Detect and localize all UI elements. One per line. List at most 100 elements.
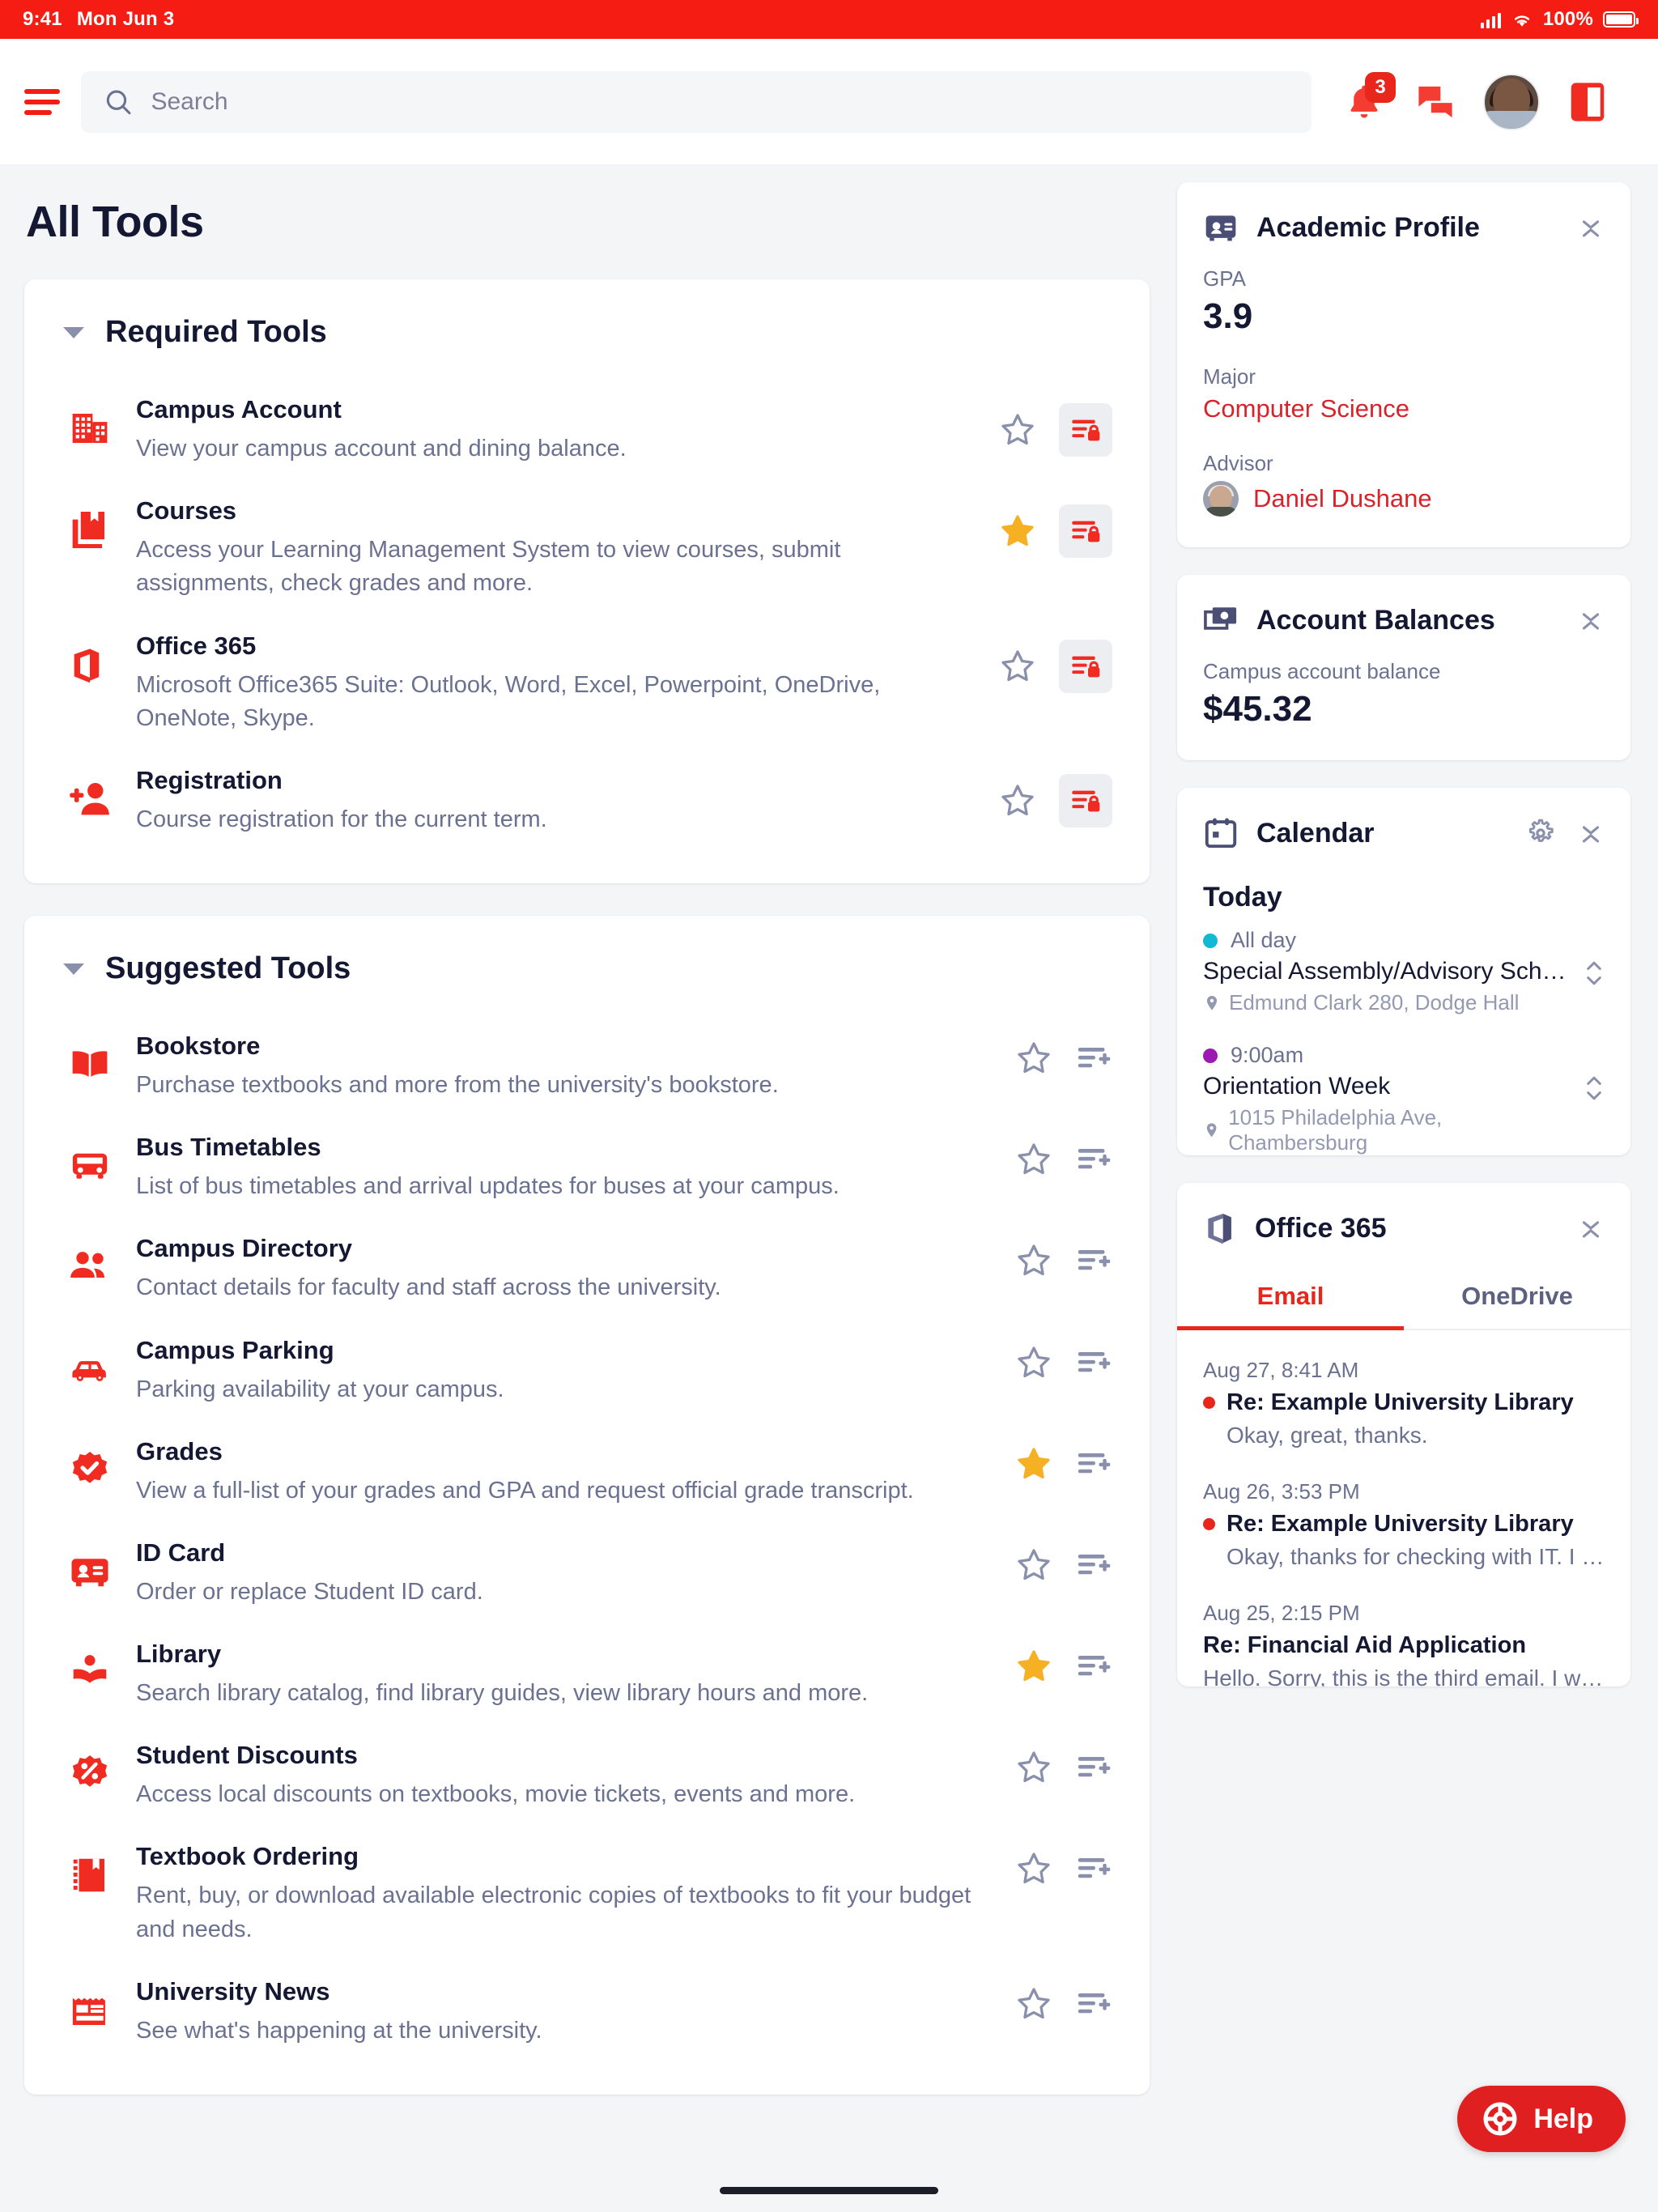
tool-icon-wrap	[65, 1840, 115, 1897]
email-preview: Okay, thanks for checking with IT. I di…	[1226, 1544, 1605, 1569]
help-button[interactable]: Help	[1457, 2086, 1626, 2152]
unread-dot	[1203, 1518, 1215, 1530]
menu-button[interactable]	[24, 86, 63, 118]
gpa-label: GPA	[1203, 266, 1246, 291]
calendar-header: Calendar	[1177, 788, 1630, 872]
tool-description: Access local discounts on textbooks, mov…	[136, 1781, 856, 1808]
car-icon	[72, 1360, 106, 1381]
calendar-event[interactable]: 9:00am Orientation Week 1015 Philadelphi…	[1203, 1043, 1605, 1155]
star-outline-icon[interactable]	[1015, 1850, 1052, 1887]
restricted-tool-button[interactable]	[1059, 639, 1112, 693]
add-to-list-icon[interactable]	[1075, 1648, 1112, 1685]
collapse-icon[interactable]	[1577, 1214, 1605, 1242]
restricted-tool-button[interactable]	[1059, 403, 1112, 457]
advisor-row[interactable]: Daniel Dushane	[1203, 481, 1605, 517]
collapse-caret-icon[interactable]	[63, 963, 84, 975]
star-outline-icon[interactable]	[1015, 1344, 1052, 1381]
email-preview: Okay, great, thanks.	[1226, 1423, 1428, 1448]
tool-actions	[1015, 1030, 1112, 1077]
tool-row[interactable]: Courses Access your Learning Management …	[57, 480, 1117, 615]
add-to-list-icon[interactable]	[1075, 1344, 1112, 1381]
email-item[interactable]: Aug 26, 3:53 PM Re: Example University L…	[1203, 1461, 1605, 1583]
notifications-button[interactable]: 3	[1341, 71, 1396, 125]
add-person-icon	[70, 782, 109, 815]
tab-onedrive[interactable]: OneDrive	[1404, 1267, 1630, 1329]
star-filled-icon[interactable]	[1015, 1445, 1052, 1482]
tool-row[interactable]: Campus Parking Parking availability at y…	[57, 1320, 1117, 1421]
email-item[interactable]: Aug 27, 8:41 AM Re: Example University L…	[1203, 1340, 1605, 1461]
academic-profile-widget: Academic Profile GPA 3.9 Major Computer …	[1177, 182, 1630, 547]
star-filled-icon[interactable]	[999, 513, 1036, 550]
office365-actions	[1577, 1214, 1605, 1242]
add-to-list-icon[interactable]	[1075, 1242, 1112, 1279]
tool-row[interactable]: ID Card Order or replace Student ID card…	[57, 1522, 1117, 1623]
add-to-list-icon[interactable]	[1075, 1546, 1112, 1584]
event-expand-icon[interactable]	[1584, 955, 1605, 991]
office-logo-icon	[1208, 1214, 1231, 1244]
tool-description: Purchase textbooks and more from the uni…	[136, 1072, 779, 1099]
restricted-tool-button[interactable]	[1059, 504, 1112, 559]
messages-button[interactable]	[1412, 79, 1459, 125]
advisor-name[interactable]: Daniel Dushane	[1253, 484, 1432, 513]
star-outline-icon[interactable]	[999, 782, 1036, 819]
tool-row[interactable]: Grades View a full-list of your grades a…	[57, 1421, 1117, 1522]
add-to-list-icon[interactable]	[1075, 1141, 1112, 1178]
people-icon	[70, 1252, 104, 1278]
star-outline-icon[interactable]	[999, 411, 1036, 449]
major-value[interactable]: Computer Science	[1203, 394, 1605, 423]
add-to-list-icon[interactable]	[1075, 1850, 1112, 1887]
tab-email[interactable]: Email	[1177, 1267, 1404, 1330]
tool-row[interactable]: Campus Directory Contact details for fac…	[57, 1218, 1117, 1319]
tool-row[interactable]: Campus Account View your campus account …	[57, 379, 1117, 480]
collapse-icon[interactable]	[1577, 214, 1605, 241]
widgets-column: Academic Profile GPA 3.9 Major Computer …	[1177, 182, 1630, 1714]
app-header: 3	[0, 39, 1658, 164]
tool-row[interactable]: Bus Timetables List of bus timetables an…	[57, 1117, 1117, 1218]
app-screen: 9:41 Mon Jun 3 100% Search 3 All Tools R…	[0, 0, 1658, 2212]
collapse-caret-icon[interactable]	[63, 326, 84, 338]
restricted-tool-button[interactable]	[1059, 773, 1112, 827]
event-expand-icon[interactable]	[1584, 1070, 1605, 1106]
add-to-list-icon[interactable]	[1075, 1985, 1112, 2023]
tool-row[interactable]: University News See what's happening at …	[57, 1961, 1117, 2062]
tool-row[interactable]: Textbook Ordering Rent, buy, or download…	[57, 1826, 1117, 1960]
tool-row[interactable]: Office 365 Microsoft Office365 Suite: Ou…	[57, 615, 1117, 750]
add-to-list-icon[interactable]	[1075, 1445, 1112, 1482]
star-outline-icon[interactable]	[1015, 1242, 1052, 1279]
search-bar[interactable]	[81, 70, 1312, 133]
section-header[interactable]: Suggested Tools	[57, 951, 1117, 986]
tool-row[interactable]: Library Search library catalog, find lib…	[57, 1623, 1117, 1725]
star-outline-icon[interactable]	[1015, 1040, 1052, 1077]
search-input[interactable]	[151, 87, 1289, 116]
star-outline-icon[interactable]	[1015, 1546, 1052, 1584]
collapse-icon[interactable]	[1577, 819, 1605, 847]
tool-row[interactable]: Student Discounts Access local discounts…	[57, 1725, 1117, 1826]
tool-row[interactable]: Registration Course registration for the…	[57, 750, 1117, 851]
tool-body: Bookstore Purchase textbooks and more fr…	[136, 1030, 994, 1102]
location-pin-icon	[1206, 995, 1218, 1010]
gear-icon[interactable]	[1525, 818, 1556, 849]
star-filled-icon[interactable]	[1015, 1648, 1052, 1685]
calendar-event-main: 9:00am Orientation Week 1015 Philadelphi…	[1203, 1043, 1574, 1155]
tool-actions	[1015, 1232, 1112, 1279]
collapse-icon[interactable]	[1577, 606, 1605, 634]
location-pin-icon	[1206, 1123, 1217, 1138]
star-outline-icon[interactable]	[1015, 1749, 1052, 1786]
tool-row[interactable]: Bookstore Purchase textbooks and more fr…	[57, 1015, 1117, 1117]
tool-name: Campus Directory	[136, 1234, 353, 1263]
add-to-list-icon[interactable]	[1075, 1040, 1112, 1077]
add-to-list-icon[interactable]	[1075, 1749, 1112, 1786]
tool-icon-wrap	[65, 630, 115, 687]
section-header[interactable]: Required Tools	[57, 315, 1117, 350]
calendar-event[interactable]: All day Special Assembly/Advisory Sched……	[1203, 928, 1605, 1015]
tool-name: Campus Parking	[136, 1335, 334, 1364]
tool-description: Parking availability at your campus.	[136, 1376, 504, 1402]
star-outline-icon[interactable]	[1015, 1985, 1052, 2023]
email-subject: Re: Financial Aid Application	[1203, 1632, 1527, 1658]
tool-body: Office 365 Microsoft Office365 Suite: Ou…	[136, 630, 978, 735]
app-switcher-button[interactable]	[1564, 79, 1611, 125]
star-outline-icon[interactable]	[999, 648, 1036, 685]
avatar[interactable]	[1483, 73, 1540, 130]
star-outline-icon[interactable]	[1015, 1141, 1052, 1178]
email-item[interactable]: Aug 25, 2:15 PM Re: Financial Aid Applic…	[1203, 1583, 1605, 1687]
